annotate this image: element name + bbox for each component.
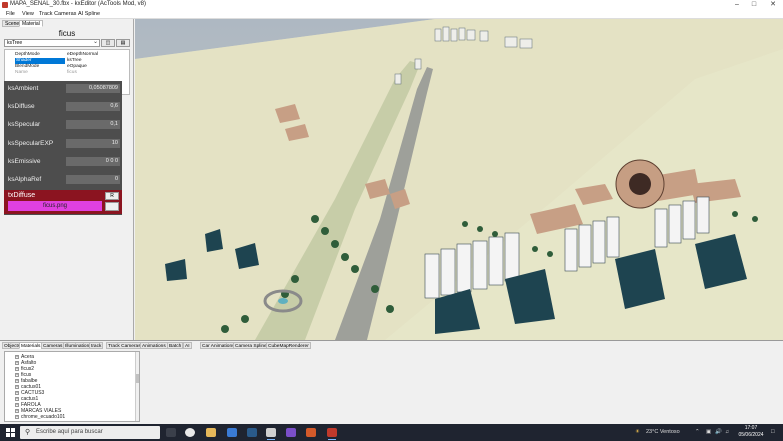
material-list[interactable]: + Acera + Asfalto + ficus2 + ficus + fabalbe … [4, 351, 140, 422]
material-panel: Scene Material ficus ksTree ⌄ ◫ ▤ DepthM… [0, 19, 134, 340]
bottom-panel: Objects Materials Cameras Illumination t… [0, 340, 783, 424]
close-icon[interactable]: ✕ [765, 0, 781, 10]
param-ksdiffuse: ksDiffuse 0,6 [8, 102, 120, 111]
network-icon[interactable]: ▣ [706, 429, 711, 435]
expand-icon[interactable]: + [15, 397, 19, 401]
title-bar: MAPA_SENAL_30.fbx - kxEditor (AcTools Mo… [0, 0, 783, 10]
list-scrollbar[interactable] [135, 352, 139, 421]
fountain [278, 298, 288, 304]
param-value-field[interactable]: 0,6 [66, 102, 120, 111]
tab-material[interactable]: Material [19, 20, 43, 27]
tab-track-cameras[interactable]: Track Cameras [106, 342, 143, 349]
menu-bar: File View Track Cameras AI Spline [0, 10, 783, 19]
param-value-field[interactable]: 0,05087809 [66, 84, 120, 93]
speaker-icon[interactable]: ♫ [725, 429, 729, 435]
chevron-down-icon: ⌄ [92, 39, 98, 45]
expand-icon[interactable]: + [15, 403, 19, 407]
expand-icon[interactable]: + [15, 361, 19, 365]
expand-icon[interactable]: + [15, 355, 19, 359]
prop-row[interactable]: Name ficus [5, 70, 129, 76]
taskbar: ⚲ Escribe aquí para buscar ☀ 23°C Ventos… [0, 424, 783, 441]
volume-icon[interactable]: 🔊 [715, 429, 722, 435]
menu-file[interactable]: File [6, 11, 15, 17]
taskbar-search[interactable]: ⚲ Escribe aquí para buscar [20, 426, 160, 439]
expand-icon[interactable]: + [15, 391, 19, 395]
task-view-icon[interactable] [166, 428, 176, 437]
list-item[interactable]: + chrome_ecuado101 [15, 414, 65, 420]
menu-ai-spline[interactable]: AI Spline [78, 11, 100, 17]
tab-animations[interactable]: Animations [140, 342, 168, 349]
copy-icon[interactable]: ◫ [101, 39, 115, 47]
notifications-icon[interactable]: □ [771, 429, 775, 435]
tab-cameras[interactable]: Cameras [41, 342, 65, 349]
expand-icon[interactable]: + [15, 373, 19, 377]
texture-reload-button[interactable]: R [105, 192, 119, 200]
kseditor-taskbar-icon[interactable] [266, 428, 276, 440]
param-ksalpharef: ksAlphaRef 0 [8, 175, 120, 184]
param-ksemissive: ksEmissive 0 0 0 [8, 157, 120, 166]
minimize-icon[interactable]: – [729, 0, 745, 10]
expand-icon[interactable]: + [15, 409, 19, 413]
3d-viewport[interactable] [135, 19, 783, 340]
menu-view[interactable]: View [22, 11, 34, 17]
maximize-icon[interactable]: □ [746, 0, 762, 10]
tab-illumination[interactable]: Illumination [63, 342, 92, 349]
texture-panel: txDiffuse ficus.png R [4, 190, 122, 214]
param-value-field[interactable]: 10 [66, 139, 120, 148]
menu-track-cameras[interactable]: Track Cameras [39, 11, 76, 17]
chrome-icon[interactable] [185, 428, 195, 437]
round-building-courtyard [629, 173, 651, 195]
folder-icon[interactable]: ▤ [116, 39, 130, 47]
texture-browse-button[interactable] [105, 202, 119, 211]
scene-render [135, 19, 783, 340]
tab-car-animations[interactable]: Car Animations [200, 342, 237, 349]
param-value-field[interactable]: 0,1 [66, 120, 120, 129]
assetto-corsa-icon[interactable] [327, 428, 337, 440]
tab-track[interactable]: track [89, 342, 104, 349]
chevron-up-icon[interactable]: ⌃ [695, 429, 700, 435]
windows-start-icon[interactable] [6, 428, 15, 437]
clock[interactable]: 17:07 05/06/2024 [734, 425, 768, 439]
tab-batch[interactable]: Batch [167, 342, 184, 349]
material-name: ficus [58, 29, 76, 38]
app-icon-orange[interactable] [306, 428, 316, 437]
tab-ai[interactable]: AI [183, 342, 192, 349]
shader-select-value: ksTree [7, 40, 23, 46]
window-title: MAPA_SENAL_30.fbx - kxEditor (AcTools Mo… [10, 1, 146, 7]
tab-camera-spline[interactable]: Camera Spline [233, 342, 269, 349]
expand-icon[interactable]: + [15, 415, 19, 419]
expand-icon[interactable]: + [15, 385, 19, 389]
expand-icon[interactable]: + [15, 379, 19, 383]
texture-file-field[interactable]: ficus.png [8, 201, 102, 211]
app-icon [2, 2, 8, 8]
tab-cubemaprenderer[interactable]: CubeMapRenderer [266, 342, 311, 349]
param-value-field[interactable]: 0 [66, 175, 120, 184]
expand-icon[interactable]: + [15, 367, 19, 371]
param-ksspecular: ksSpecular 0,1 [8, 120, 120, 129]
scrollbar-thumb[interactable] [136, 374, 139, 383]
mail-icon[interactable] [227, 428, 237, 437]
param-ksambient: ksAmbient 0,05087809 [8, 84, 120, 93]
weather-icon[interactable]: ☀ [635, 429, 640, 435]
tab-materials[interactable]: Materials [19, 342, 43, 349]
file-explorer-icon[interactable] [206, 428, 216, 437]
param-ksspecularexp: ksSpecularEXP 10 [8, 139, 120, 148]
steam-icon[interactable] [247, 428, 257, 437]
param-value-field[interactable]: 0 0 0 [66, 157, 120, 166]
shader-select[interactable]: ksTree ⌄ [4, 39, 100, 47]
visual-studio-icon[interactable] [286, 428, 296, 437]
search-icon: ⚲ [25, 429, 31, 436]
weather-text[interactable]: 23°C Ventoso [646, 429, 680, 435]
